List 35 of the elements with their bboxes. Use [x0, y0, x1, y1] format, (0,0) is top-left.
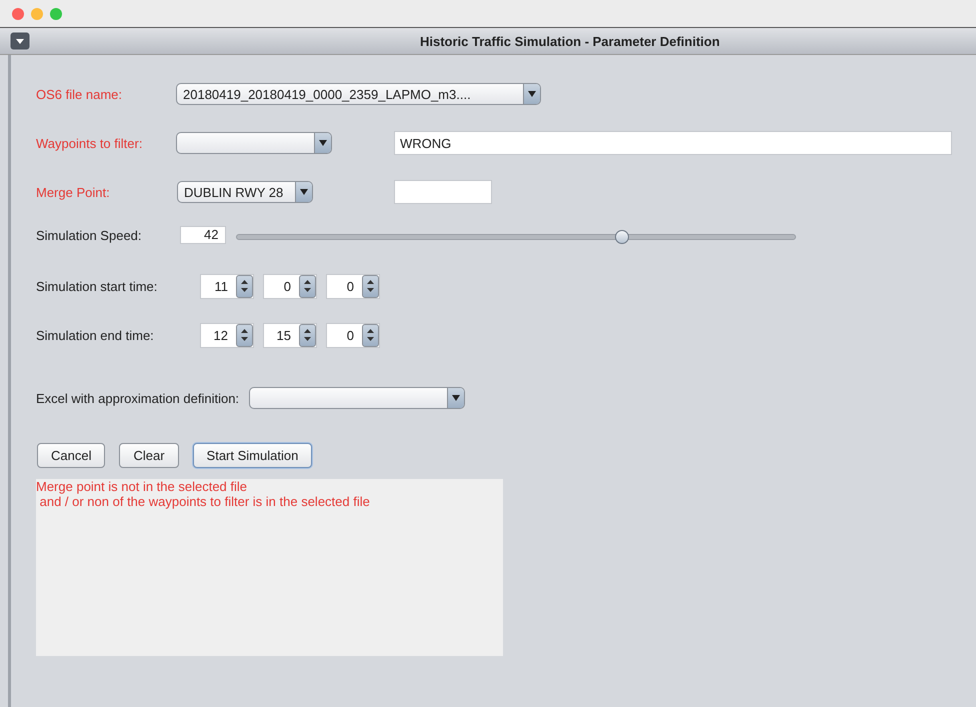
field-label: Simulation start time:: [36, 278, 158, 294]
field-label: OS6 file name:: [36, 86, 123, 102]
field-label: Waypoints to filter:: [36, 136, 144, 150]
waypoints-dropdown[interactable]: [176, 132, 332, 154]
menu-icon[interactable]: [10, 32, 30, 50]
close-window-icon[interactable]: [12, 8, 24, 20]
time-spinner[interactable]: 0: [326, 274, 380, 298]
time-spinner[interactable]: 15: [263, 322, 317, 348]
time-spinner[interactable]: 0: [326, 322, 380, 348]
waypoints-input-field[interactable]: WRONG: [394, 131, 952, 155]
spinner-arrows-icon[interactable]: [299, 324, 316, 346]
spinner-arrows-icon[interactable]: [362, 324, 379, 346]
file-dropdown[interactable]: 20180419_20180419_0000_2359_LAPMO_m3....: [176, 83, 541, 105]
slider-thumb[interactable]: [614, 230, 629, 244]
time-spinner[interactable]: 11: [200, 274, 254, 298]
excel-dropdown[interactable]: [249, 387, 466, 409]
spinner-arrows-icon[interactable]: [236, 274, 253, 298]
merge-point-input-field[interactable]: [394, 180, 492, 204]
field-label: Simulation Speed:: [36, 228, 142, 242]
dialog-button[interactable]: Start Simulation: [192, 442, 312, 468]
field-label: Simulation end time:: [36, 328, 155, 342]
merge-point-dropdown[interactable]: DUBLIN RWY 28: [177, 181, 313, 203]
spinner-arrows-icon[interactable]: [362, 274, 379, 298]
dialog-button[interactable]: Clear: [119, 442, 179, 468]
spinner-arrows-icon[interactable]: [299, 274, 316, 298]
error-message: and / or non of the waypoints to filter is in the selected file: [38, 494, 371, 509]
dialog-button[interactable]: Cancel: [37, 442, 106, 468]
time-spinner[interactable]: 12: [200, 322, 254, 348]
window-title: Historic Traffic Simulation - Parameter Definition: [420, 34, 720, 48]
field-label: Merge Point:: [36, 184, 111, 200]
speed-input-field[interactable]: 42: [180, 226, 226, 244]
spinner-arrows-icon[interactable]: [236, 324, 253, 346]
time-spinner[interactable]: 0: [263, 274, 317, 298]
field-label: Excel with approximation definition:: [36, 390, 240, 406]
error-message: Merge point is not in the selected file: [36, 479, 248, 494]
